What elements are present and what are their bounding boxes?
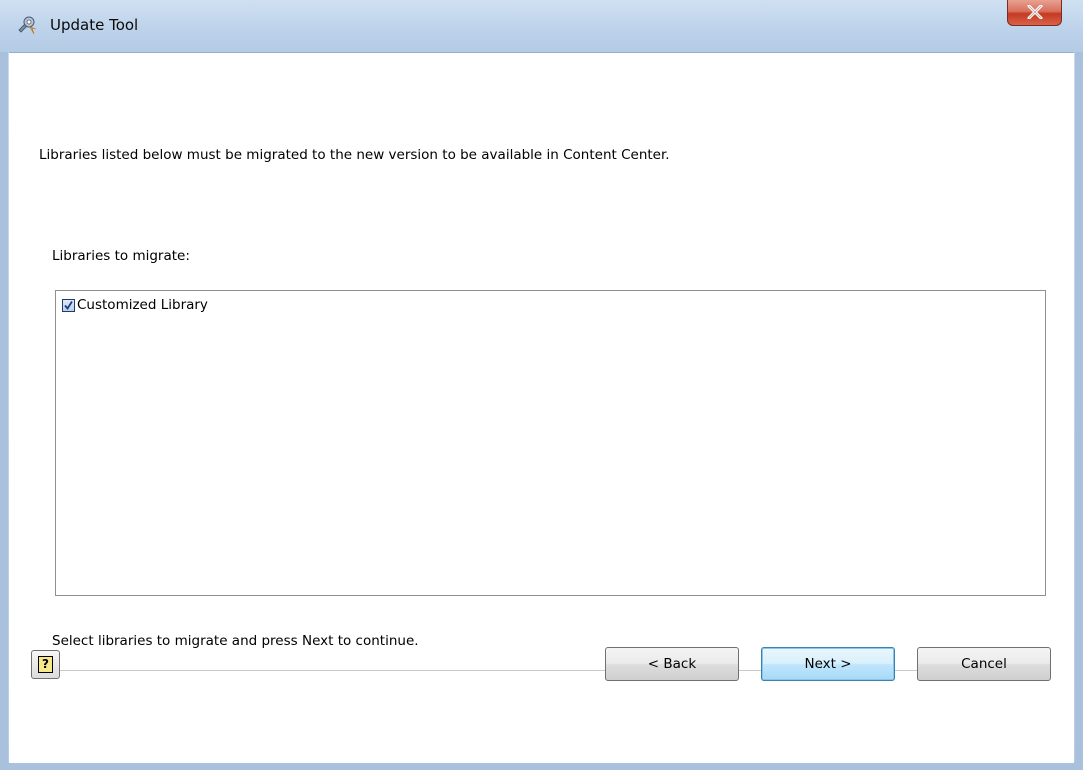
help-icon: ?	[38, 656, 53, 673]
next-button[interactable]: Next >	[761, 647, 895, 681]
library-checkbox[interactable]	[62, 298, 75, 312]
checkmark-icon	[64, 300, 73, 310]
help-button[interactable]: ?	[31, 650, 60, 679]
window-title: Update Tool	[50, 16, 139, 34]
libraries-list-label: Libraries to migrate:	[52, 248, 190, 264]
close-button[interactable]	[1007, 0, 1062, 26]
library-label: Customized Library	[77, 297, 208, 313]
hint-text: Select libraries to migrate and press Ne…	[52, 633, 419, 649]
dialog-body: Libraries listed below must be migrated …	[9, 52, 1074, 763]
title-bar[interactable]: Update Tool	[0, 0, 1083, 52]
cancel-button[interactable]: Cancel	[917, 647, 1051, 681]
back-button[interactable]: < Back	[605, 647, 739, 681]
update-tool-icon	[16, 14, 38, 36]
libraries-list[interactable]: Customized Library	[55, 290, 1046, 596]
list-item[interactable]: Customized Library	[62, 296, 208, 314]
intro-text: Libraries listed below must be migrated …	[39, 147, 670, 163]
close-icon	[1027, 5, 1043, 19]
